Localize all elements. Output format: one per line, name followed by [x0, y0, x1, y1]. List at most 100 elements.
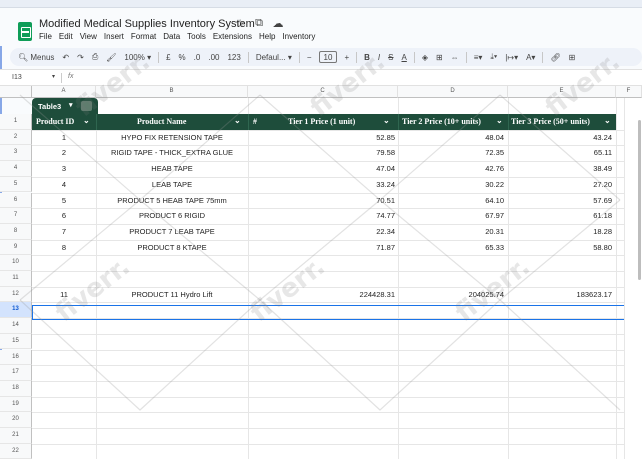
cell-tier3[interactable]: 27.20	[508, 177, 612, 193]
font-size-input[interactable]: 10	[318, 51, 338, 63]
cell-tier2[interactable]: 204025.74	[398, 287, 504, 303]
row-header[interactable]: 4	[0, 161, 32, 177]
cell-tier2[interactable]: 65.33	[398, 240, 504, 256]
menu-extensions[interactable]: Extensions	[213, 32, 252, 41]
table-grid-icon[interactable]	[81, 101, 92, 111]
cell-name[interactable]: PRODUCT 8 KTAPE	[96, 240, 248, 256]
bold-button[interactable]: B	[360, 48, 374, 66]
cloud-status-icon[interactable]: ☁	[272, 17, 284, 30]
cell-tier1[interactable]	[278, 271, 395, 287]
menu-data[interactable]: Data	[163, 32, 180, 41]
cell-tier1[interactable]: 74.77	[278, 208, 395, 224]
cell-tier3[interactable]	[508, 271, 612, 287]
header-product-id[interactable]: Product ID ⌄	[32, 114, 96, 130]
font-select[interactable]: Defaul... ▾	[252, 48, 296, 66]
cell-tier2[interactable]: 48.04	[398, 130, 504, 146]
cell-tier1[interactable]: 52.85	[278, 130, 395, 146]
cell-tier2[interactable]: 64.10	[398, 193, 504, 209]
filter-dropdown-icon[interactable]: ⌄	[496, 116, 503, 125]
row-header[interactable]: 11	[0, 271, 32, 287]
cell-tier3[interactable]: 65.11	[508, 145, 612, 161]
cell-tier2[interactable]: 30.22	[398, 177, 504, 193]
strikethrough-icon[interactable]: S	[384, 48, 397, 66]
cell-name[interactable]: PRODUCT 6 RIGID	[96, 208, 248, 224]
cell-name[interactable]: PRODUCT 7 LEAB TAPE	[96, 224, 248, 240]
cell-tier2[interactable]: 20.31	[398, 224, 504, 240]
cell-id[interactable]: 5	[32, 193, 96, 209]
cell-tier1[interactable]: 70.51	[278, 193, 395, 209]
cell-tier3[interactable]: 57.69	[508, 193, 612, 209]
cell-tier3[interactable]: 183623.17	[508, 287, 612, 303]
text-color-icon[interactable]: A	[397, 48, 410, 66]
select-all-corner[interactable]	[0, 86, 32, 98]
print-icon[interactable]: ⎙	[88, 48, 102, 66]
undo-icon[interactable]: ↶	[58, 48, 73, 66]
row-header[interactable]: 16	[0, 349, 32, 366]
cell-id[interactable]: 1	[32, 130, 96, 146]
currency-button[interactable]: £	[162, 48, 174, 66]
row-header[interactable]: 17	[0, 365, 32, 381]
cell-id[interactable]	[32, 255, 96, 271]
row-header[interactable]: 7	[0, 208, 32, 224]
align-horizontal-icon[interactable]: ≡▾	[470, 48, 487, 66]
cell-id[interactable]: 6	[32, 208, 96, 224]
row-header[interactable]: 14	[0, 318, 32, 334]
column-header-f[interactable]: F	[616, 86, 642, 98]
move-icon[interactable]: ⧉	[253, 17, 265, 30]
cell-tier3[interactable]: 38.49	[508, 161, 612, 177]
percent-button[interactable]: %	[175, 48, 190, 66]
row-header[interactable]: 8	[0, 223, 32, 240]
header-product-name[interactable]: Product Name ⌄	[96, 114, 248, 130]
font-size-increase-button[interactable]: +	[340, 48, 353, 66]
filter-dropdown-icon[interactable]: ⌄	[383, 116, 390, 125]
sheets-logo-icon[interactable]	[18, 22, 32, 41]
cell-name[interactable]	[96, 255, 248, 271]
menu-file[interactable]: File	[39, 32, 52, 41]
header-tier2[interactable]: Tier 2 Price (10+ units) ⌄	[398, 114, 508, 130]
cell-id[interactable]	[32, 271, 96, 287]
cell-name[interactable]: HYPO FIX RETENSION TAPE	[96, 130, 248, 146]
menu-tools[interactable]: Tools	[187, 32, 206, 41]
row-header[interactable]: 1	[0, 114, 32, 130]
filter-dropdown-icon[interactable]: ⌄	[83, 116, 90, 125]
menu-view[interactable]: View	[80, 32, 97, 41]
row-header[interactable]: 10	[0, 255, 32, 271]
row-header[interactable]: 22	[0, 443, 32, 459]
comment-icon[interactable]: ⊞	[565, 48, 580, 66]
cell-tier2[interactable]: 67.97	[398, 208, 504, 224]
increase-decimal-button[interactable]: .00	[204, 48, 223, 66]
link-icon[interactable]: 🔗︎	[546, 48, 564, 66]
cell-tier3[interactable]: 18.28	[508, 224, 612, 240]
menu-insert[interactable]: Insert	[104, 32, 124, 41]
cell-name[interactable]	[96, 271, 248, 287]
cell-tier1[interactable]: 33.24	[278, 177, 395, 193]
row-header[interactable]: 13	[0, 302, 32, 319]
paint-format-icon[interactable]: 🖌︎	[102, 48, 120, 66]
cell-name[interactable]: PRODUCT 5 HEAB TAPE 75mm	[96, 193, 248, 209]
cell-tier2[interactable]	[398, 271, 504, 287]
cell-tier3[interactable]: 61.18	[508, 208, 612, 224]
row-header[interactable]: 20	[0, 412, 32, 428]
cell-name[interactable]: HEAB TAPE	[96, 161, 248, 177]
header-tier1[interactable]: Tier 1 Price (1 unit) ⌄	[278, 114, 398, 130]
cell-tier1[interactable]: 71.87	[278, 240, 395, 256]
row-header[interactable]: 5	[0, 176, 32, 193]
cell-id[interactable]: 3	[32, 161, 96, 177]
cell-tier1[interactable]: 47.04	[278, 161, 395, 177]
menu-format[interactable]: Format	[131, 32, 156, 41]
cell-id[interactable]: 11	[32, 287, 96, 303]
header-tier3[interactable]: Tier 3 Price (50+ units) ⌄	[508, 114, 616, 130]
text-wrap-icon[interactable]: |↦▾	[501, 48, 522, 66]
vertical-scrollbar[interactable]	[638, 120, 641, 280]
selected-row-13[interactable]	[32, 305, 642, 320]
cell-name[interactable]: RIGID TAPE - THICK_EXTRA GLUE	[96, 145, 248, 161]
star-icon[interactable]: ☆	[234, 17, 246, 30]
menu-inventory[interactable]: Inventory	[282, 32, 315, 41]
cell-id[interactable]: 4	[32, 177, 96, 193]
cell-tier3[interactable]: 43.24	[508, 130, 612, 146]
decrease-decimal-button[interactable]: .0	[190, 48, 205, 66]
row-header[interactable]: 6	[0, 192, 32, 209]
table-tab[interactable]: Table3 ▾	[32, 98, 98, 114]
menu-edit[interactable]: Edit	[59, 32, 73, 41]
chevron-down-icon[interactable]: ▾	[52, 73, 55, 80]
